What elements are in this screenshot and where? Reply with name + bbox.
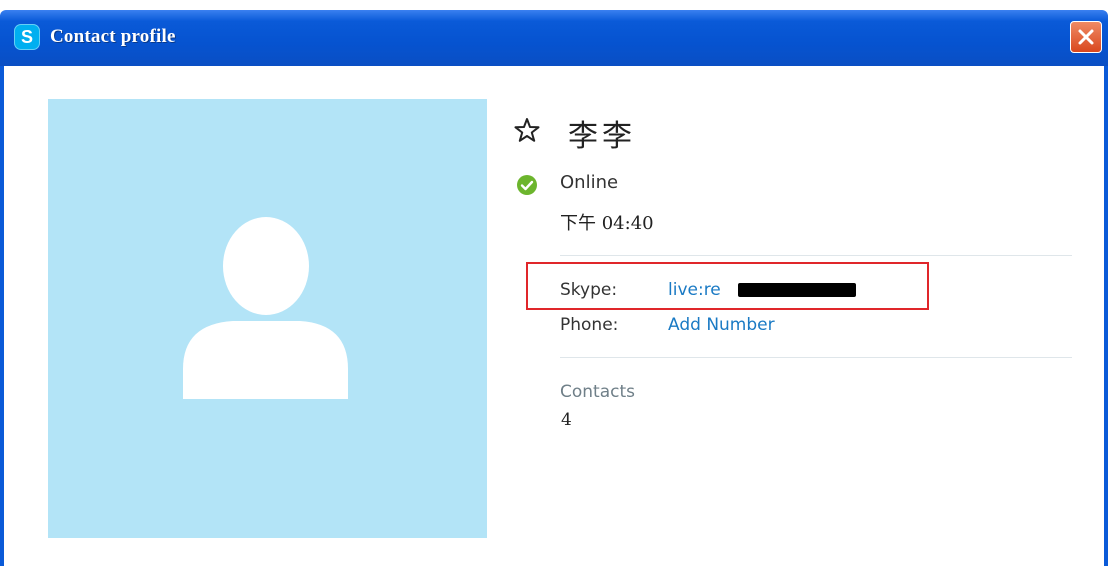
divider (560, 255, 1072, 256)
close-button[interactable] (1070, 21, 1102, 53)
phone-label: Phone: (560, 315, 619, 335)
online-check-icon (517, 175, 537, 195)
window-title: Contact profile (50, 26, 176, 47)
default-avatar-icon (183, 217, 348, 399)
close-icon (1078, 29, 1094, 45)
skype-label: Skype: (560, 280, 618, 300)
contacts-count: 4 (561, 410, 572, 430)
redaction-bar (738, 283, 856, 297)
status-text: Online (560, 172, 619, 193)
star-outline-icon[interactable] (513, 116, 541, 144)
local-time: 下午 04:40 (560, 213, 654, 234)
title-bar[interactable]: S Contact profile (0, 10, 1108, 66)
add-number-link[interactable]: Add Number (668, 315, 775, 335)
contact-name: 李李 (568, 119, 636, 154)
skype-logo-icon: S (14, 24, 40, 50)
contact-avatar (48, 99, 487, 538)
window-frame-right (1104, 66, 1108, 566)
contacts-label: Contacts (560, 382, 635, 402)
window-frame-left (0, 66, 4, 566)
skype-id-link[interactable]: live:re (668, 280, 721, 300)
divider (560, 357, 1072, 358)
